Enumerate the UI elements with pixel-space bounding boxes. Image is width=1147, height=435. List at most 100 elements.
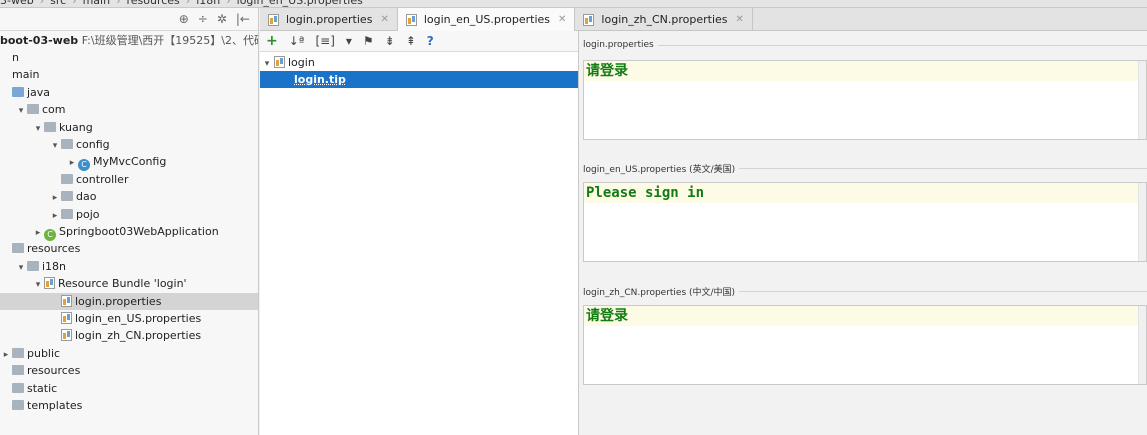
property-key-row[interactable]: login.tip [260,71,578,88]
tree-item-label: templates [27,399,83,412]
tree-item-label: dao [76,190,97,204]
tab-login-en-us-properties[interactable]: login_en_US.properties ✕ [397,8,576,31]
properties-file-icon [61,294,72,307]
value-editor[interactable]: Please sign in [583,182,1147,262]
tree-item[interactable]: login_zh_CN.properties [0,327,258,344]
breadcrumb-item[interactable]: resources [126,0,179,7]
folder-icon [61,191,73,202]
close-icon[interactable]: ✕ [380,14,388,25]
tree-item[interactable]: resources [0,240,258,257]
section-divider [739,168,1147,169]
tree-item[interactable]: ▾ i18n [0,258,258,275]
tree-item-label: login.properties [75,294,162,308]
scrollbar[interactable] [1138,306,1146,384]
tree-item-label: resources [27,364,81,378]
tree-item[interactable]: controller [0,171,258,188]
section-label-text: login_en_US.properties (英文/美国) [583,165,736,175]
tree-item[interactable]: main [0,66,258,83]
project-root[interactable]: boot-03-web F:\班级管理\西开【19525】\2、代码\sprin [0,32,258,49]
property-values-panel: login.properties 请登录 login_en_US.propertie… [580,31,1147,435]
source-folder-icon [12,86,24,97]
tree-item[interactable]: ▾ com [0,101,258,118]
tree-item[interactable]: ▸ public [0,345,258,362]
section-label: login_en_US.properties (英文/美国) [583,162,1147,175]
tree-item-label: resources [27,242,81,256]
sort-icon[interactable]: ↓ª [289,34,305,48]
tree-item[interactable]: ▾ config [0,136,258,153]
collapse-icon[interactable]: ÷ [198,12,208,26]
resource-bundle-icon [44,277,55,290]
properties-file-icon [268,13,279,26]
tree-item[interactable]: resources [0,362,258,379]
breadcrumb-item[interactable]: login_en_US.properties [237,0,363,7]
tree-item[interactable]: ▾ Resource Bundle 'login' [0,275,258,292]
tree-item-label: i18n [42,259,67,273]
dropdown-icon[interactable]: ▾ [346,34,352,48]
folder-icon [12,347,24,358]
tree-item-label: static [27,381,58,395]
breadcrumb-item[interactable]: main [83,0,110,7]
group-icon[interactable]: [≡] [315,34,334,48]
collapse-all-icon[interactable]: ⇞ [406,34,416,48]
properties-file-icon [583,13,595,26]
value-text[interactable]: 请登录 [584,61,1146,81]
scrollbar[interactable] [1138,61,1146,139]
tree-item[interactable]: ▾ kuang [0,119,258,136]
tree-item[interactable]: n [0,49,258,66]
folder-icon [61,139,73,149]
tree-item-label: main [12,68,40,82]
gear-icon[interactable]: ✲ [217,12,227,26]
add-property-icon[interactable]: + [266,33,278,49]
tree-item[interactable]: ▸ dao [0,188,258,205]
breadcrumb-separator: › [39,0,45,7]
value-text[interactable]: 请登录 [584,306,1146,326]
folder-icon [27,260,39,271]
tab-login-zh-cn-properties[interactable]: login_zh_CN.properties ✕ [575,8,753,31]
bundle-toolbar: + ↓ª [≡] ▾ ⚑ ⇟ ⇞ ? [260,31,578,52]
section-label-text: login.properties [583,40,654,50]
tree-item[interactable]: java [0,84,258,101]
breadcrumb-separator: › [72,0,77,7]
breadcrumb-separator: › [116,0,121,7]
tree-item[interactable]: static [0,380,258,397]
tree-item[interactable]: ▸ C MyMvcConfig [0,153,258,172]
tree-item-label: MyMvcConfig [93,155,167,169]
expand-all-icon[interactable]: ⇟ [385,34,395,48]
section-label-text: login_zh_CN.properties (中文/中国) [583,288,736,298]
tree-item-label: kuang [59,120,93,134]
filter-icon[interactable]: ⚑ [363,34,374,48]
breadcrumb-item[interactable]: i18n [196,0,220,7]
tree-item[interactable]: login_en_US.properties [0,310,258,327]
section-label: login.properties [583,40,1147,50]
value-editor[interactable]: 请登录 [583,305,1147,385]
tab-login-properties[interactable]: login.properties ✕ [260,8,398,31]
breadcrumb-item[interactable]: 3-web [0,0,34,7]
value-text[interactable]: Please sign in [584,183,1146,203]
tree-item-label: public [27,346,61,360]
bundle-group-row[interactable]: ▾ login [260,54,578,71]
tree-item[interactable]: ▸ C Springboot03WebApplication [0,223,258,241]
tree-item[interactable]: templates [0,397,258,414]
help-icon[interactable]: ? [427,34,434,48]
section-label: login_zh_CN.properties (中文/中国) [583,285,1147,298]
target-icon[interactable]: ⊕ [179,12,189,26]
project-name: boot-03-web [0,34,79,47]
breadcrumb-item[interactable]: src [50,0,66,7]
tree-item-label: login_en_US.properties [75,312,202,325]
ide-window: 3-web › src › main › resources › i18n › login_en_U… [0,0,1147,435]
tab-label: login_en_US.properties [423,13,551,26]
close-icon[interactable]: ✕ [736,14,744,25]
breadcrumb-separator: › [226,0,231,7]
close-icon[interactable]: ✕ [558,14,566,25]
section-divider [739,291,1147,292]
section-divider [657,44,1147,46]
tree-item[interactable]: login.properties [0,292,258,310]
scrollbar[interactable] [1138,183,1146,261]
tree-item[interactable]: ▸ pojo [0,206,258,223]
value-editor[interactable]: 请登录 [583,60,1147,140]
folder-icon [44,121,56,132]
hide-icon[interactable]: |← [236,12,250,26]
properties-file-icon [61,329,72,342]
tree-item-label: login_zh_CN.properties [75,329,202,343]
project-panel: ⊕ ÷ ✲ |← boot-03-web F:\班级管理\西开【19525】\2… [0,8,259,435]
